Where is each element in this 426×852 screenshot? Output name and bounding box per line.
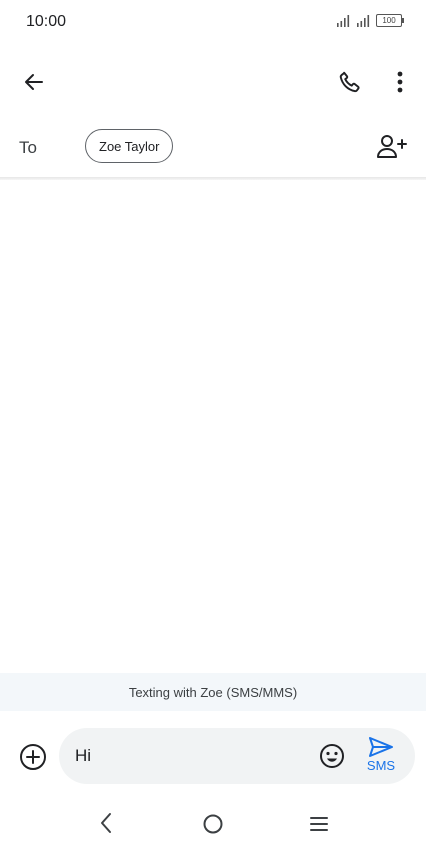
circle-home-icon <box>203 814 223 834</box>
more-options-button[interactable] <box>386 66 414 98</box>
signal-icon <box>337 14 350 27</box>
sms-info-banner: Texting with Zoe (SMS/MMS) <box>0 673 426 711</box>
phone-icon <box>339 71 360 93</box>
sms-info-text: Texting with Zoe (SMS/MMS) <box>128 684 298 700</box>
nav-back-button[interactable] <box>94 810 118 836</box>
recipient-chip[interactable]: Zoe Taylor <box>85 129 174 163</box>
nav-menu-button[interactable] <box>306 812 332 836</box>
system-nav-bar <box>0 800 426 848</box>
person-add-icon <box>377 135 407 158</box>
plus-circle-icon <box>20 744 46 770</box>
add-contact-button[interactable] <box>374 132 410 162</box>
emoji-icon <box>320 744 344 768</box>
send-icon <box>369 737 393 757</box>
attach-button[interactable] <box>19 743 47 771</box>
to-label: To <box>19 138 37 157</box>
emoji-button[interactable] <box>319 743 345 769</box>
battery-level: 100 <box>382 16 396 25</box>
arrow-left-icon <box>25 74 43 90</box>
recipient-row: To Zoe Taylor <box>0 124 426 170</box>
message-input[interactable] <box>75 728 305 784</box>
battery-icon: 100 <box>376 14 404 27</box>
nav-home-button[interactable] <box>200 811 226 837</box>
compose-bar: SMS <box>0 722 426 788</box>
back-button[interactable] <box>18 66 50 98</box>
call-button[interactable] <box>334 66 366 98</box>
recipient-chip-label: Zoe Taylor <box>99 138 160 154</box>
compose-box: SMS <box>59 728 415 784</box>
send-label: SMS <box>366 758 396 773</box>
conversation-area[interactable] <box>0 180 426 672</box>
status-time: 10:00 <box>26 13 67 30</box>
chevron-left-icon <box>101 813 111 833</box>
status-icons: 100 <box>336 14 404 27</box>
signal-icon <box>357 14 370 27</box>
status-bar: 10:00 100 <box>0 0 426 46</box>
more-vert-icon <box>397 71 403 93</box>
send-button[interactable]: SMS <box>362 736 400 780</box>
hamburger-icon <box>310 817 328 831</box>
app-bar <box>0 56 426 108</box>
